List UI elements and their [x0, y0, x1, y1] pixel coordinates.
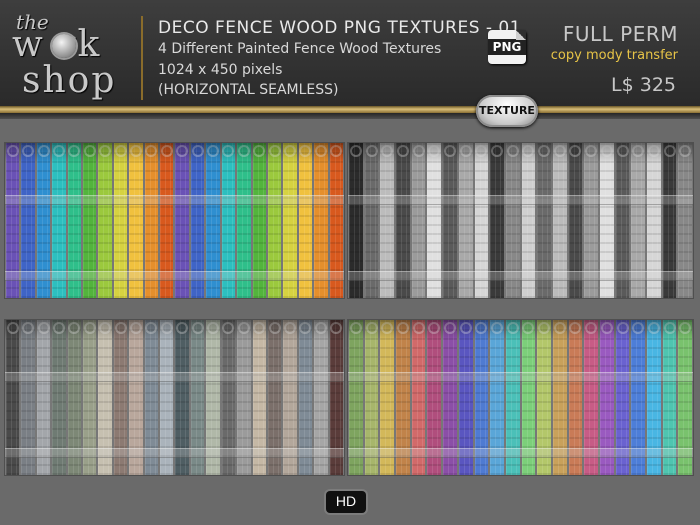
texture-panel-3: [5, 320, 344, 475]
price: L$ 325: [611, 74, 676, 96]
product-subtitle: 4 Different Painted Fence Wood Textures: [158, 41, 442, 57]
fence-rail-bottom: [5, 271, 344, 281]
png-label: PNG: [488, 39, 526, 55]
panel-shade: [5, 320, 344, 340]
texture-panel-4: [348, 320, 693, 475]
gold-divider-bar: [0, 106, 700, 113]
logo-shop: shop: [22, 60, 117, 101]
texture-panel-2: [348, 143, 693, 298]
header-bar: the w rk shop DECO FENCE WOOD PNG TEXTUR…: [0, 0, 700, 107]
fence-rail-top: [348, 195, 693, 205]
product-image: the w rk shop DECO FENCE WOOD PNG TEXTUR…: [0, 0, 700, 525]
hd-label: HD: [335, 493, 357, 509]
fence-rail-bottom: [348, 448, 693, 458]
fence-rail-top: [348, 372, 693, 382]
gear-icon: [52, 34, 76, 58]
perm-detail: copy mody transfer: [550, 48, 678, 63]
fence-rail-top: [5, 195, 344, 205]
panel-shade: [348, 320, 693, 340]
fence-rail-bottom: [348, 271, 693, 281]
gold-bar-shadow: [0, 113, 700, 119]
panel-shade: [348, 143, 693, 163]
texture-label: TEXTURE: [479, 104, 535, 117]
fence-rail-top: [5, 372, 344, 382]
png-file-icon: PNG: [488, 30, 526, 64]
header-divider: [141, 16, 143, 100]
fence-rail-bottom: [5, 448, 344, 458]
perm-title: FULL PERM: [562, 22, 678, 46]
panel-shade: [5, 143, 344, 163]
product-dimensions: 1024 x 450 pixels: [158, 62, 283, 78]
texture-panel-1: [5, 143, 344, 298]
hd-badge: HD: [326, 491, 366, 513]
product-title: DECO FENCE WOOD PNG TEXTURES - 01: [158, 18, 522, 38]
product-seamless: (HORIZONTAL SEAMLESS): [158, 82, 339, 98]
texture-badge: TEXTURE: [476, 95, 538, 127]
